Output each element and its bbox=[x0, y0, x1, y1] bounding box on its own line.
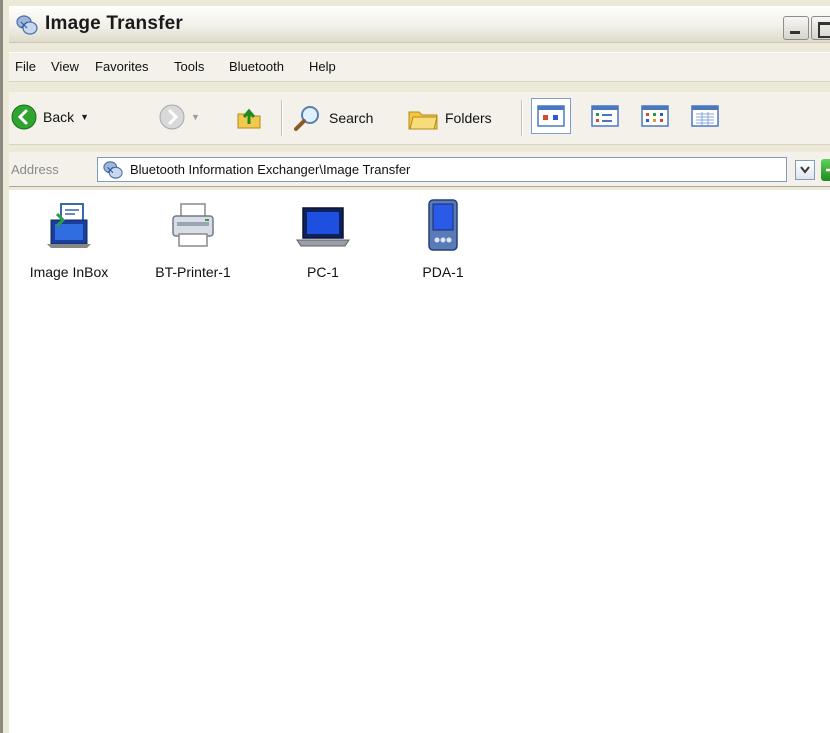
view-icons-button[interactable] bbox=[585, 98, 625, 134]
back-dropdown-icon[interactable]: ▼ bbox=[80, 112, 89, 122]
pda-icon bbox=[428, 199, 458, 251]
item-pda-1[interactable]: PDA-1 bbox=[383, 198, 503, 280]
printer-icon bbox=[172, 203, 214, 247]
item-label: PC-1 bbox=[307, 264, 339, 280]
back-label: Back bbox=[43, 109, 75, 125]
menu-view[interactable]: View bbox=[51, 59, 79, 74]
view-details-icon bbox=[691, 105, 719, 127]
toolbar-separator bbox=[281, 100, 283, 136]
search-label: Search bbox=[329, 110, 374, 126]
address-bar: Address Bluetooth Information Exchanger\… bbox=[9, 152, 830, 187]
menu-favorites[interactable]: Favorites bbox=[95, 59, 148, 74]
view-tiles-button[interactable] bbox=[531, 98, 571, 134]
menu-tools[interactable]: Tools bbox=[174, 59, 204, 74]
explorer-window: Image Transfer File View Favorites Tools… bbox=[0, 0, 830, 733]
bluetooth-exchanger-icon bbox=[16, 15, 38, 35]
search-button[interactable]: Search bbox=[293, 104, 373, 132]
bluetooth-exchanger-icon bbox=[103, 160, 123, 179]
forward-dropdown-icon[interactable]: ▼ bbox=[191, 112, 200, 122]
back-arrow-icon bbox=[11, 104, 37, 130]
menu-bluetooth[interactable]: Bluetooth bbox=[229, 59, 284, 74]
view-icons-icon bbox=[591, 105, 619, 127]
go-arrow-icon bbox=[826, 168, 830, 172]
menu-file[interactable]: File bbox=[15, 59, 36, 74]
file-view-pane[interactable]: Image InBox BT-Printer-1 PC-1 PDA-1 bbox=[9, 190, 830, 733]
up-folder-icon bbox=[237, 108, 261, 129]
toolbar-separator bbox=[521, 100, 523, 136]
maximize-button[interactable] bbox=[811, 16, 830, 40]
item-label: Image InBox bbox=[29, 264, 109, 280]
item-image-inbox[interactable]: Image InBox bbox=[9, 198, 129, 280]
folders-icon bbox=[408, 111, 438, 130]
item-bt-printer-1[interactable]: BT-Printer-1 bbox=[133, 198, 253, 280]
address-label: Address bbox=[11, 162, 59, 177]
menu-help[interactable]: Help bbox=[309, 59, 336, 74]
search-icon bbox=[294, 106, 319, 131]
item-label: BT-Printer-1 bbox=[155, 264, 231, 280]
view-tiles-icon bbox=[537, 105, 565, 127]
inbox-icon bbox=[47, 203, 91, 248]
forward-button[interactable]: ▼ bbox=[159, 104, 200, 130]
chevron-down-icon bbox=[800, 166, 810, 174]
folders-button[interactable]: Folders bbox=[407, 104, 492, 132]
view-details-button[interactable] bbox=[685, 98, 725, 134]
address-value: Bluetooth Information Exchanger\Image Tr… bbox=[130, 162, 411, 177]
menu-bar: File View Favorites Tools Bluetooth Help bbox=[9, 52, 830, 82]
folders-label: Folders bbox=[445, 110, 492, 126]
go-button[interactable] bbox=[821, 159, 830, 181]
view-list-button[interactable] bbox=[635, 98, 675, 134]
laptop-icon bbox=[296, 207, 350, 247]
view-list-icon bbox=[641, 105, 669, 127]
item-label: PDA-1 bbox=[422, 264, 464, 280]
address-dropdown-button[interactable] bbox=[795, 160, 815, 180]
title-bar[interactable]: Image Transfer bbox=[9, 6, 830, 43]
forward-arrow-icon bbox=[159, 104, 185, 130]
back-button[interactable]: Back ▼ bbox=[11, 104, 89, 130]
toolbar: Back ▼ ▼ Search Folders bbox=[9, 92, 830, 145]
address-input[interactable]: Bluetooth Information Exchanger\Image Tr… bbox=[97, 157, 787, 182]
item-pc-1[interactable]: PC-1 bbox=[263, 198, 383, 280]
window-title: Image Transfer bbox=[45, 13, 183, 34]
minimize-button[interactable] bbox=[783, 16, 809, 40]
up-folder-button[interactable] bbox=[235, 104, 263, 132]
